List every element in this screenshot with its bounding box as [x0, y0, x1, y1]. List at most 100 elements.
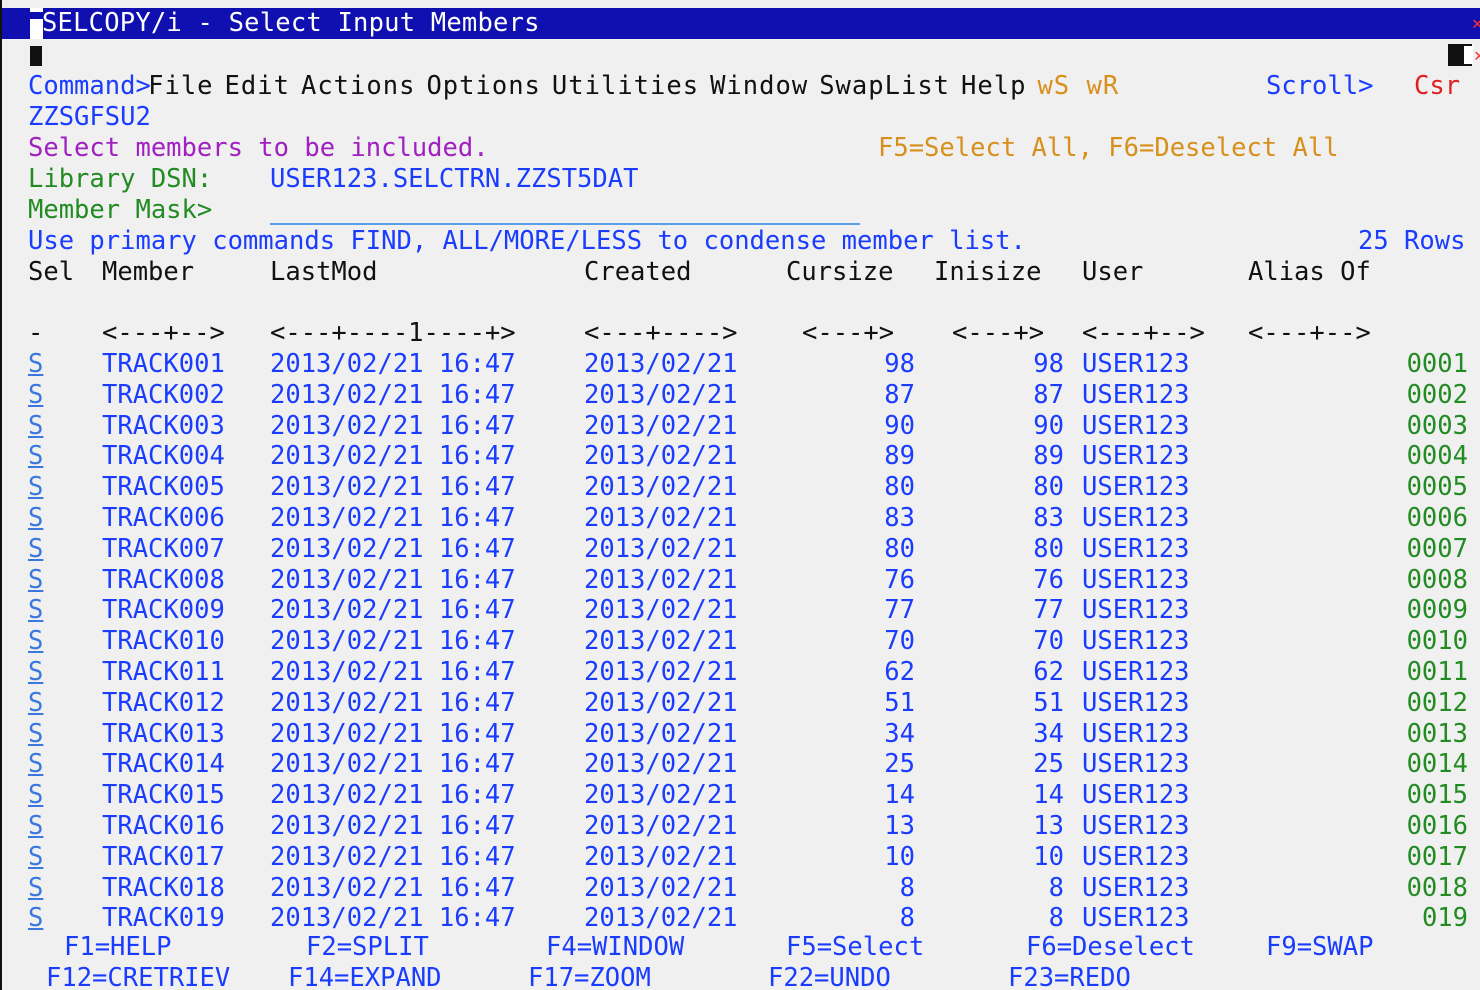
- member-cursize: 25: [884, 749, 915, 780]
- table-row[interactable]: S TRACK013 2013/02/21 16:47 2013/02/21 34 34 U…: [2, 719, 1480, 750]
- member-alias: 0015: [1406, 780, 1468, 811]
- member-inisize: 14: [1033, 780, 1064, 811]
- function-hint: F5=Select All, F6=Deselect All: [878, 133, 1339, 163]
- row-select-field[interactable]: S: [28, 411, 43, 442]
- row-select-field[interactable]: S: [28, 626, 43, 657]
- fkey-expand[interactable]: F14=EXPAND: [288, 963, 442, 990]
- member-lastmod: 2013/02/21 16:47: [270, 718, 516, 749]
- table-row[interactable]: S TRACK014 2013/02/21 16:47 2013/02/21 25 25 U…: [2, 749, 1480, 780]
- member-inisize: 80: [1033, 533, 1064, 564]
- row-select-field[interactable]: S: [28, 811, 43, 842]
- row-select-field[interactable]: S: [28, 472, 43, 503]
- fkey-split[interactable]: F2=SPLIT: [306, 932, 429, 963]
- fkey-help[interactable]: F1=HELP: [64, 932, 171, 963]
- member-created: 2013/02/21: [584, 749, 738, 780]
- scroll-value[interactable]: Csr: [1414, 71, 1460, 102]
- row-select-field[interactable]: S: [28, 873, 43, 904]
- row-select-field[interactable]: S: [28, 380, 43, 411]
- member-cursize: 83: [884, 503, 915, 533]
- member-lastmod: 2013/02/21 16:47: [270, 503, 516, 533]
- member-cursize: 8: [899, 872, 915, 903]
- member-alias: 0012: [1406, 687, 1468, 718]
- close-icon[interactable]: ✕: [1474, 40, 1480, 71]
- table-row[interactable]: S TRACK002 2013/02/21 16:47 2013/02/21 87 87 U…: [2, 380, 1480, 411]
- table-row[interactable]: S TRACK001 2013/02/21 16:47 2013/02/21 98 98 U…: [2, 349, 1480, 380]
- ruler-member: <---+-->: [102, 318, 225, 348]
- row-select-field[interactable]: S: [28, 657, 43, 688]
- window-control-icon[interactable]: [1448, 44, 1473, 66]
- member-lastmod: 2013/02/21 16:47: [270, 749, 516, 780]
- row-select-field[interactable]: S: [28, 780, 43, 811]
- table-row[interactable]: S TRACK006 2013/02/21 16:47 2013/02/21 83 83 U…: [2, 503, 1480, 534]
- table-row[interactable]: S TRACK018 2013/02/21 16:47 2013/02/21 8 8 USE…: [2, 873, 1480, 904]
- header-inisize[interactable]: Inisize: [934, 257, 1041, 288]
- member-created: 2013/02/21: [584, 626, 738, 657]
- table-row[interactable]: S TRACK008 2013/02/21 16:47 2013/02/21 76 76 U…: [2, 565, 1480, 596]
- header-member[interactable]: Member: [102, 257, 194, 288]
- fkey-cretriev[interactable]: F12=CRETRIEV: [46, 963, 230, 990]
- header-lastmod[interactable]: LastMod: [270, 257, 377, 288]
- header-user[interactable]: User: [1082, 257, 1143, 288]
- row-select-field[interactable]: S: [28, 441, 43, 472]
- table-row[interactable]: S TRACK019 2013/02/21 16:47 2013/02/21 8 8 USE…: [2, 903, 1480, 934]
- fkey-window[interactable]: F4=WINDOW: [546, 932, 684, 963]
- member-created: 2013/02/21: [584, 379, 738, 410]
- library-dsn: USER123.SELCTRN.ZZST5DAT: [270, 164, 639, 194]
- header-cursize[interactable]: Cursize: [786, 257, 893, 288]
- member-cursize: 76: [884, 564, 915, 595]
- member-lastmod: 2013/02/21 16:47: [270, 472, 516, 503]
- row-select-field[interactable]: S: [28, 903, 43, 934]
- member-inisize: 90: [1033, 410, 1064, 441]
- header-created[interactable]: Created: [584, 257, 691, 288]
- row-select-field[interactable]: S: [28, 719, 43, 750]
- member-lastmod: 2013/02/21 16:47: [270, 872, 516, 903]
- member-inisize: 87: [1033, 379, 1064, 410]
- member-alias: 0011: [1406, 657, 1468, 687]
- table-row[interactable]: S TRACK005 2013/02/21 16:47 2013/02/21 80 80 U…: [2, 472, 1480, 503]
- row-select-field[interactable]: S: [28, 688, 43, 719]
- table-row[interactable]: S TRACK016 2013/02/21 16:47 2013/02/21 13 13 U…: [2, 811, 1480, 842]
- table-row[interactable]: S TRACK015 2013/02/21 16:47 2013/02/21 14 14 U…: [2, 780, 1480, 811]
- table-row[interactable]: S TRACK007 2013/02/21 16:47 2013/02/21 80 80 U…: [2, 534, 1480, 565]
- table-row[interactable]: S TRACK011 2013/02/21 16:47 2013/02/21 62 62 U…: [2, 657, 1480, 688]
- table-row[interactable]: S TRACK009 2013/02/21 16:47 2013/02/21 77 77 U…: [2, 595, 1480, 626]
- close-icon[interactable]: ✕: [1472, 8, 1480, 39]
- row-select-field[interactable]: S: [28, 565, 43, 596]
- member-lastmod: 2013/02/21 16:47: [270, 564, 516, 595]
- member-created: 2013/02/21: [584, 687, 738, 718]
- fkey-undo[interactable]: F22=UNDO: [768, 963, 891, 990]
- row-select-field[interactable]: S: [28, 749, 43, 780]
- member-lastmod: 2013/02/21 16:47: [270, 780, 516, 811]
- library-line: Library DSN: USER123.SELCTRN.ZZST5DAT: [2, 164, 1480, 195]
- fkey-swap[interactable]: F9=SWAP: [1266, 932, 1373, 963]
- fkey-deselect[interactable]: F6=Deselect: [1026, 932, 1195, 963]
- fkey-zoom[interactable]: F17=ZOOM: [528, 963, 651, 990]
- ruler-created: <---+---->: [584, 318, 738, 348]
- row-select-field[interactable]: S: [28, 503, 43, 534]
- member-inisize: 77: [1033, 595, 1064, 626]
- member-mask-input[interactable]: [270, 195, 860, 225]
- table-row[interactable]: S TRACK004 2013/02/21 16:47 2013/02/21 89 89 U…: [2, 441, 1480, 472]
- member-name: TRACK010: [102, 626, 225, 657]
- member-name: TRACK008: [102, 564, 225, 595]
- fkey-redo[interactable]: F23=REDO: [1008, 963, 1131, 990]
- row-select-field[interactable]: S: [28, 349, 43, 380]
- table-row[interactable]: S TRACK017 2013/02/21 16:47 2013/02/21 10 10 U…: [2, 842, 1480, 873]
- member-cursize: 87: [884, 379, 915, 410]
- table-row[interactable]: S TRACK012 2013/02/21 16:47 2013/02/21 51 51 U…: [2, 688, 1480, 719]
- row-select-field[interactable]: S: [28, 595, 43, 626]
- window-title: SELCOPY/i - Select Input Members: [42, 8, 540, 38]
- member-name: TRACK012: [102, 687, 225, 718]
- fkey-select[interactable]: F5=Select: [786, 932, 924, 963]
- member-user: USER123: [1082, 564, 1190, 595]
- member-lastmod: 2013/02/21 16:47: [270, 841, 516, 872]
- member-mask-label: Member Mask>: [28, 195, 213, 225]
- ruler-user: <---+-->: [1082, 318, 1205, 348]
- row-select-field[interactable]: S: [28, 842, 43, 873]
- member-alias: 0005: [1406, 472, 1468, 503]
- row-select-field[interactable]: S: [28, 534, 43, 565]
- table-row[interactable]: S TRACK003 2013/02/21 16:47 2013/02/21 90 90 U…: [2, 411, 1480, 442]
- header-alias[interactable]: Alias Of: [1248, 257, 1371, 288]
- member-name: TRACK011: [102, 657, 225, 687]
- table-row[interactable]: S TRACK010 2013/02/21 16:47 2013/02/21 70 70 U…: [2, 626, 1480, 657]
